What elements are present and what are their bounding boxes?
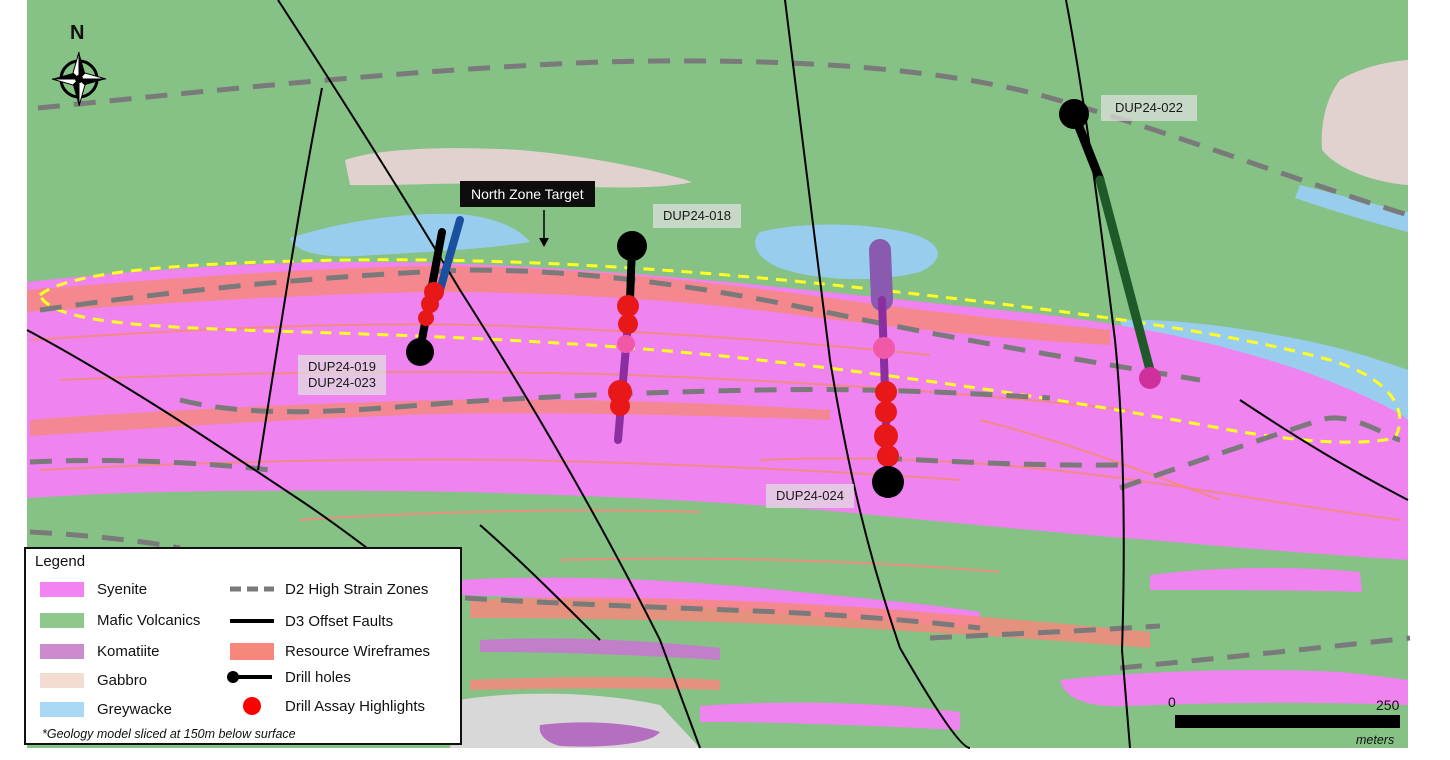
north-zone-target-label: North Zone Target [460, 181, 595, 207]
mafic-swatch-icon [40, 612, 84, 628]
scale-end-label: 250 [1376, 697, 1400, 713]
komatiite-swatch-icon [40, 643, 84, 659]
resource-wireframe-south-2 [470, 677, 720, 690]
scale-unit-label: meters [1356, 733, 1395, 747]
dashed-line-icon [230, 586, 274, 592]
legend-label: Drill Assay Highlights [285, 697, 426, 715]
legend-label: Syenite [97, 580, 148, 598]
greywacke-swatch-icon [40, 701, 84, 717]
legend-item-syenite: Syenite [40, 578, 147, 600]
scale-start-label: 0 [1168, 694, 1176, 710]
legend-item-komatiite: Komatiite [40, 640, 160, 662]
legend-item-d3-faults: D3 Offset Faults [230, 610, 393, 632]
legend-item-greywacke: Greywacke [40, 698, 172, 720]
legend-item-assay-highlights: Drill Assay Highlights [230, 695, 425, 717]
salmon-swatch-icon [230, 642, 274, 660]
red-dot-icon [243, 697, 261, 715]
legend-item-d2-strain: D2 High Strain Zones [230, 578, 428, 600]
legend-label: Komatiite [97, 642, 160, 660]
legend-label: D3 Offset Faults [285, 612, 394, 630]
legend-item-gabbro: Gabbro [40, 669, 147, 691]
legend-label: Greywacke [97, 700, 173, 718]
legend-item-mafic-volcanics: Mafic Volcanics [40, 609, 200, 631]
drill-label-dup24-018: DUP24-018 [653, 204, 741, 228]
legend-label: Gabbro [97, 671, 148, 689]
legend-label: D2 High Strain Zones [285, 580, 429, 598]
syenite-lens-south-2 [1060, 670, 1408, 707]
legend-label: Drill holes [285, 668, 351, 686]
syenite-swatch-icon [40, 581, 84, 597]
legend-item-resource-wireframes: Resource Wireframes [230, 640, 430, 662]
drill-label-dup24-024: DUP24-024 [766, 484, 854, 508]
solid-line-icon [230, 619, 274, 623]
legend-item-drill-holes: Drill holes [226, 666, 351, 688]
legend-label: Resource Wireframes [285, 642, 431, 660]
drill-hole-icon [227, 671, 272, 683]
drill-label-dup24-019-023: DUP24-019 DUP24-023 [298, 355, 386, 395]
drill-label-dup24-022: DUP24-022 [1101, 95, 1197, 121]
gabbro-swatch-icon [40, 672, 84, 688]
north-indicator: N [70, 22, 85, 44]
legend-footnote: *Geology model sliced at 150m below surf… [42, 727, 296, 741]
legend-title: Legend [35, 553, 86, 570]
map-legend: Legend Syenite Mafic Volcanics Komatiite… [24, 547, 462, 745]
legend-label: Mafic Volcanics [97, 611, 201, 629]
scale-bar [1175, 715, 1400, 728]
